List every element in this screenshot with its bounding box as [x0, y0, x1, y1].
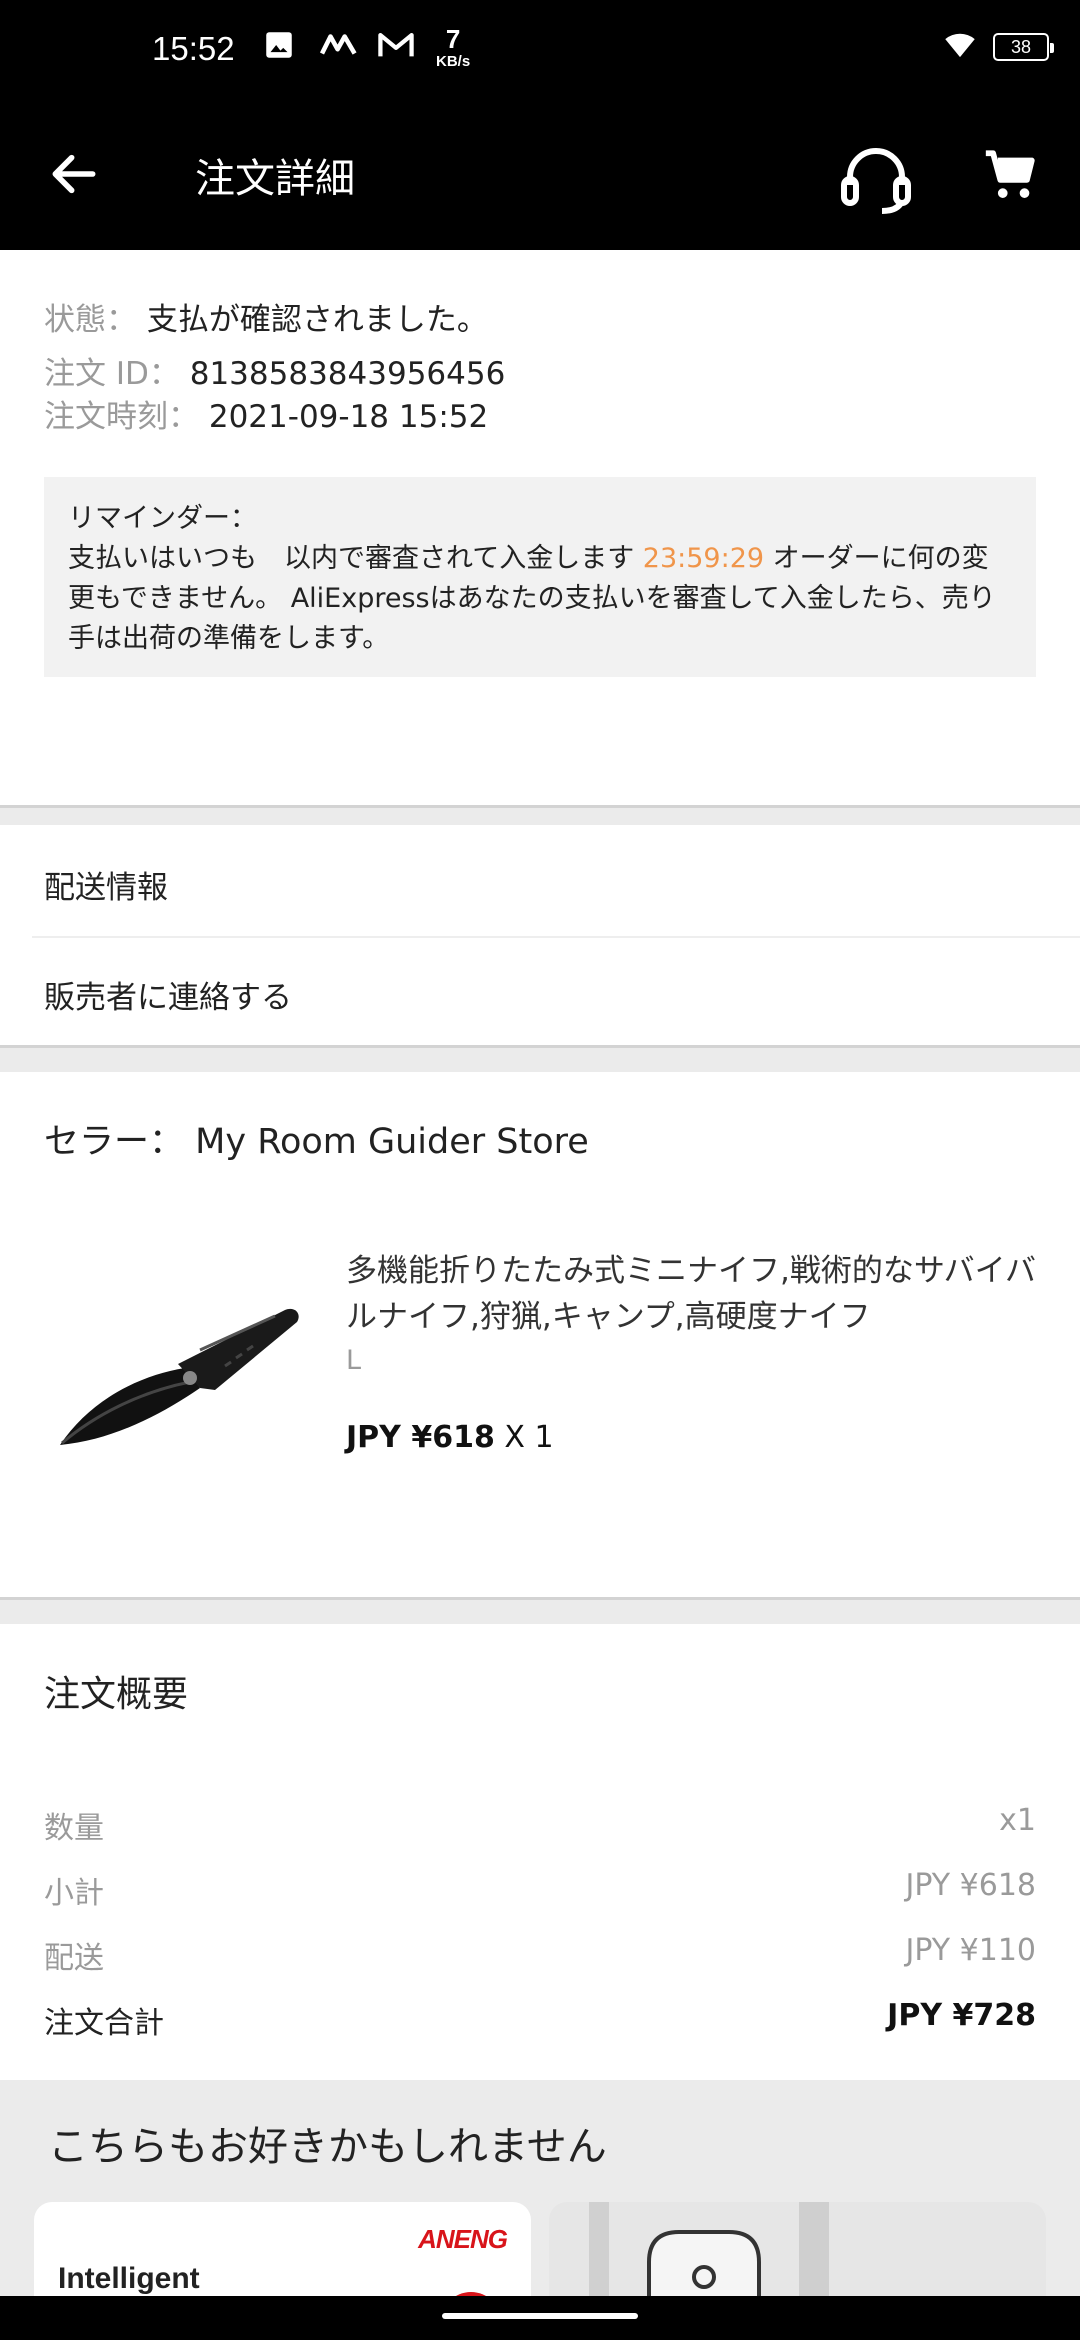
order-status: 状態： 支払が確認されました。: [44, 294, 488, 339]
product-price: JPY ¥618: [346, 1420, 495, 1455]
summary-row-total: 注文合計 JPY ¥728: [44, 1998, 1036, 2042]
net-speed-unit: KB/s: [436, 53, 471, 70]
section-divider: [0, 805, 1080, 825]
app-bar: 注文詳細: [0, 100, 1080, 250]
product-quantity: X 1: [504, 1420, 554, 1455]
battery-icon: 38: [993, 33, 1054, 61]
order-status-label: 状態：: [44, 302, 137, 338]
section-divider: [0, 1045, 1080, 1072]
summary-value: JPY ¥110: [905, 1933, 1037, 1968]
reminder-title: リマインダー：: [68, 503, 257, 534]
product-variant: L: [346, 1345, 362, 1376]
payment-timer: 23:59:29: [642, 543, 765, 574]
order-id-label: 注文 ID：: [44, 356, 180, 392]
summary-label: 小計: [44, 1876, 104, 1911]
order-time-label: 注文時刻：: [44, 399, 199, 435]
order-time-value: 2021-09-18 15:52: [208, 399, 489, 435]
summary-row-quantity: 数量 x1: [44, 1803, 1036, 1847]
shipping-info-link[interactable]: 配送情報: [44, 862, 168, 907]
seller-name[interactable]: My Room Guider Store: [195, 1122, 589, 1162]
product-title[interactable]: 多機能折りたたみ式ミニナイフ,戦術的なサバイバルナイフ,狩猟,キャンプ,高硬度ナ…: [346, 1248, 1046, 1340]
reminder-box: リマインダー： 支払いはいつも 以内で審査されて入金します 23:59:29 オ…: [44, 477, 1036, 677]
section-divider: [0, 1597, 1080, 1624]
headset-support-icon[interactable]: [838, 144, 914, 218]
order-id: 注文 ID： 8138583843956456: [44, 348, 505, 393]
product-price-line: JPY ¥618 X 1: [346, 1420, 554, 1455]
gmail-icon: [376, 28, 416, 66]
summary-row-subtotal: 小計 JPY ¥618: [44, 1868, 1036, 1912]
brand-logo: ANENG: [418, 2224, 508, 2255]
net-speed-value: 7: [445, 24, 461, 54]
cart-icon[interactable]: [980, 146, 1040, 208]
status-time: 15:52: [152, 30, 235, 67]
summary-title: 注文概要: [44, 1674, 189, 1715]
back-arrow-icon[interactable]: [46, 146, 106, 206]
contact-seller-link[interactable]: 販売者に連絡する: [44, 972, 292, 1017]
wifi-icon: [940, 26, 980, 66]
order-total-value: JPY ¥728: [887, 1998, 1036, 2033]
app-m-icon: [318, 28, 360, 66]
order-id-value[interactable]: 8138583843956456: [190, 356, 506, 392]
summary-label: 配送: [44, 1941, 104, 1976]
seller-label: セラー：: [44, 1122, 185, 1162]
seller-line[interactable]: セラー： My Room Guider Store: [44, 1113, 589, 1164]
card-headline: Intelligent: [58, 2262, 200, 2295]
divider: [32, 936, 1080, 938]
recommendation-title: こちらもお好きかもしれません: [48, 2124, 607, 2170]
home-indicator[interactable]: [442, 2313, 638, 2319]
summary-label: 数量: [44, 1811, 104, 1846]
system-nav-bar: [0, 2296, 1080, 2340]
recommendation-section: こちらもお好きかもしれません ANENG Intelligent: [0, 2080, 1080, 2322]
net-speed: 7 KB/s: [436, 26, 470, 69]
image-icon: [262, 28, 296, 66]
reminder-text: 支払いはいつも 以内で審査されて入金します 23:59:29 オーダーに何の変更…: [68, 539, 1012, 659]
order-status-value: 支払が確認されました。: [146, 302, 488, 338]
summary-value: x1: [999, 1803, 1036, 1838]
order-total-label: 注文合計: [44, 2006, 164, 2041]
reminder-text-before: 支払いはいつも 以内で審査されて入金します: [68, 543, 643, 574]
status-bar: 15:52 7 KB/s 38: [0, 0, 1080, 100]
summary-row-shipping: 配送 JPY ¥110: [44, 1933, 1036, 1977]
page-title: 注文詳細: [195, 156, 355, 202]
summary-value: JPY ¥618: [905, 1868, 1037, 1903]
order-time: 注文時刻： 2021-09-18 15:52: [44, 391, 488, 436]
product-image[interactable]: [50, 1290, 305, 1470]
brand-name: ANENG: [418, 2224, 508, 2254]
